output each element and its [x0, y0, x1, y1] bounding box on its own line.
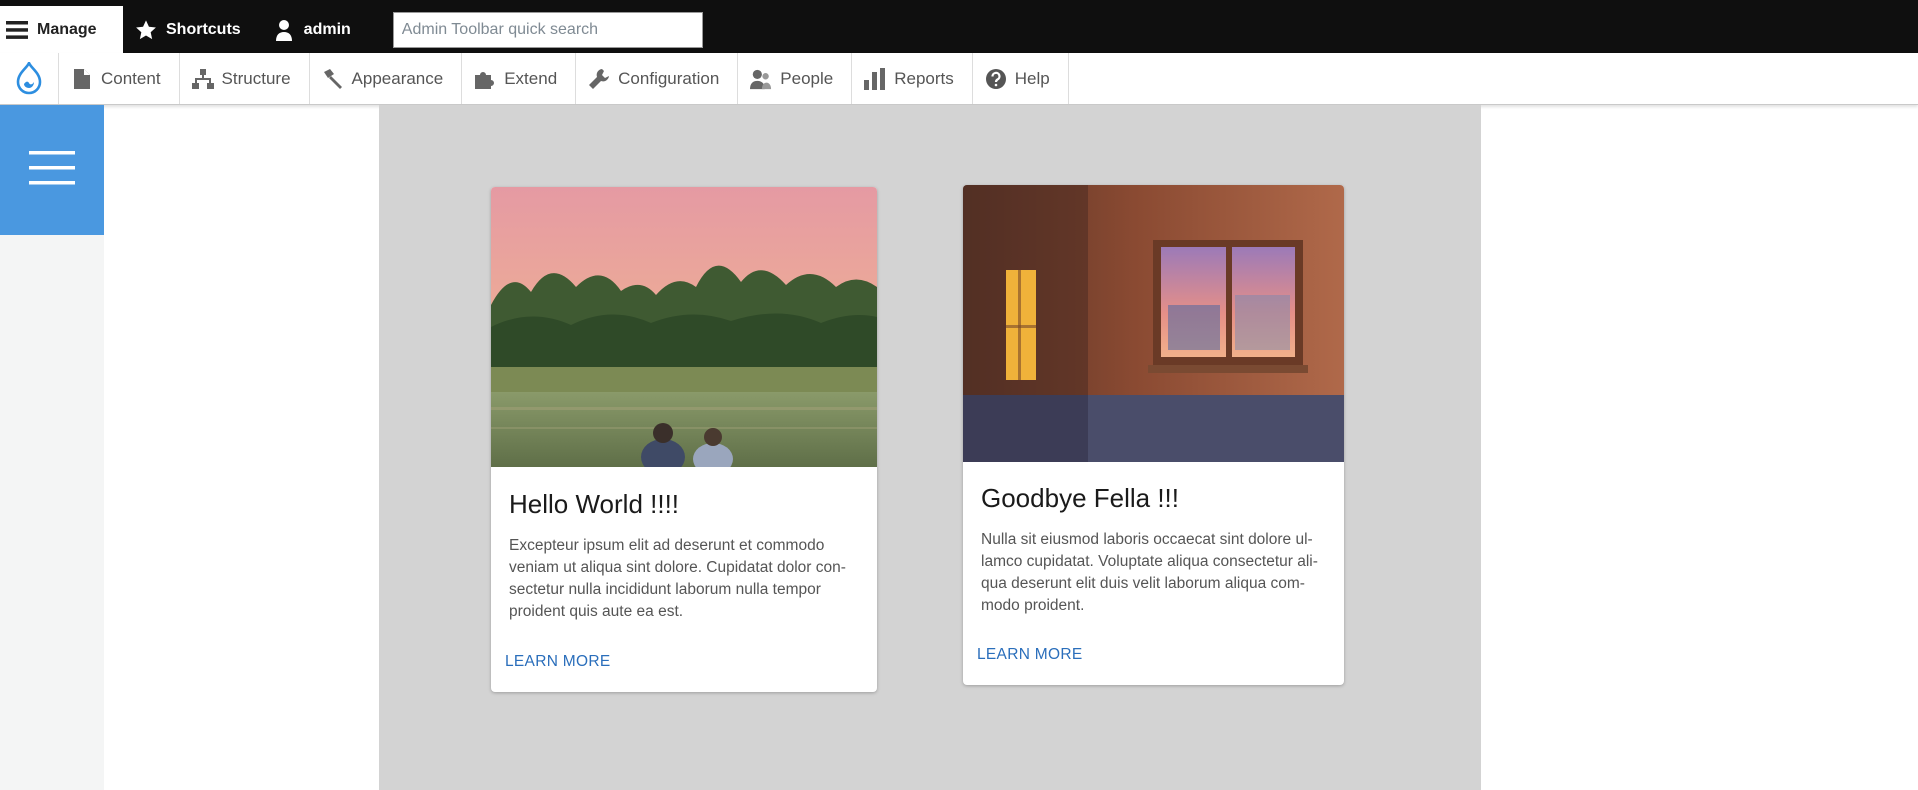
tray-label-content: Content	[101, 68, 161, 88]
tray-label-reports: Reports	[894, 68, 954, 88]
hamburger-menu-icon	[29, 150, 75, 190]
admin-tray: Content Structure Appearance Extend Conf…	[0, 53, 1918, 105]
admin-toolbar: Manage Shortcuts admin	[0, 6, 1918, 53]
tray-item-people[interactable]: People	[738, 53, 853, 104]
menu-toggle-button[interactable]	[0, 105, 104, 235]
star-icon	[135, 19, 157, 41]
card-body: Excepteur ipsum elit ad deserunt et comm…	[509, 537, 846, 620]
learn-more-link[interactable]: LEARN MORE	[505, 653, 611, 671]
user-tab[interactable]: admin	[261, 6, 371, 53]
tray-label-help: Help	[1014, 68, 1050, 88]
tray-item-extend[interactable]: Extend	[462, 53, 577, 104]
tray-item-content[interactable]: Content	[59, 53, 180, 104]
tray-item-structure[interactable]: Structure	[180, 53, 310, 104]
card-goodbye-fella: Goodbye Fella !!! Nulla sit eiusmod labo…	[963, 185, 1344, 685]
tray-label-people: People	[780, 68, 834, 88]
card-image-lake-sunset	[491, 187, 877, 467]
wrench-icon	[588, 68, 610, 90]
main-content: Hello World !!!! Excepteur ipsum elit ad…	[379, 105, 1481, 790]
card-body: Nulla sit eiusmod laboris occaecat sint …	[981, 531, 1318, 614]
bar-chart-icon	[864, 67, 886, 90]
paintbrush-icon	[322, 68, 344, 90]
sitemap-icon	[191, 68, 214, 90]
tray-label-appearance: Appearance	[351, 68, 444, 88]
tray-item-appearance[interactable]: Appearance	[310, 53, 463, 104]
tray-label-extend: Extend	[504, 68, 558, 88]
people-icon	[750, 68, 772, 90]
hamburger-icon	[6, 19, 28, 41]
admin-search-input[interactable]	[392, 11, 703, 48]
card-title: Goodbye Fella !!!	[981, 483, 1179, 513]
tray-label-structure: Structure	[221, 68, 291, 88]
tray-item-reports[interactable]: Reports	[852, 53, 973, 104]
tray-label-configuration: Configuration	[618, 68, 720, 88]
puzzle-icon	[474, 68, 496, 90]
learn-more-link[interactable]: LEARN MORE	[977, 646, 1083, 664]
card-title: Hello World !!!!	[509, 489, 680, 519]
card-hello-world: Hello World !!!! Excepteur ipsum elit ad…	[491, 187, 877, 692]
manage-label: Manage	[37, 20, 97, 38]
question-icon	[985, 68, 1007, 90]
drupal-logo-icon[interactable]	[0, 53, 59, 104]
shortcuts-label: Shortcuts	[166, 20, 241, 38]
tray-item-help[interactable]: Help	[973, 53, 1069, 104]
user-label: admin	[303, 20, 351, 38]
manage-tab[interactable]: Manage	[0, 6, 123, 53]
shortcuts-tab[interactable]: Shortcuts	[123, 6, 261, 53]
tray-item-configuration[interactable]: Configuration	[576, 53, 739, 104]
card-image-sunset-window	[963, 185, 1344, 462]
document-icon	[71, 68, 93, 90]
user-icon	[273, 19, 295, 41]
